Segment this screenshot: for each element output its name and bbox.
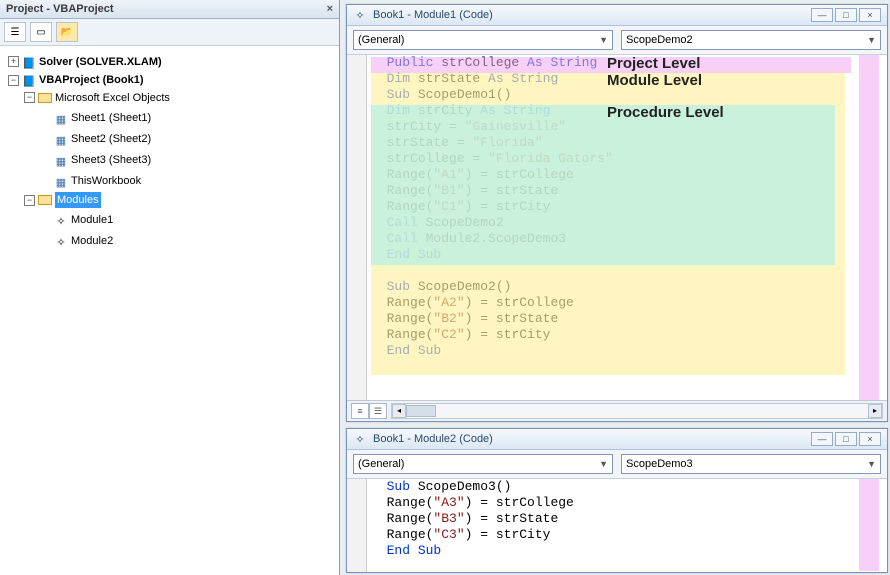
collapse-icon[interactable]: − xyxy=(24,195,35,206)
toggle-folders-button[interactable]: 📂 xyxy=(56,22,78,42)
chevron-down-icon: ▼ xyxy=(599,35,608,45)
view-code-button[interactable]: ☰ xyxy=(4,22,26,42)
tree-item-modules-folder[interactable]: − Modules xyxy=(24,192,101,208)
code-content[interactable]: Public strCollege As String Dim strState… xyxy=(371,55,887,359)
minimize-button[interactable]: — xyxy=(811,432,833,446)
project-explorer-title-text: Project - VBAProject xyxy=(6,3,114,15)
tree-item-sheet2[interactable]: ▦Sheet2 (Sheet2) xyxy=(40,131,151,147)
scroll-left-icon[interactable]: ◂ xyxy=(392,404,406,418)
module-icon: ✧ xyxy=(54,235,68,247)
tree-item-module1[interactable]: ✧Module1 xyxy=(40,212,113,228)
scroll-right-icon[interactable]: ▸ xyxy=(868,404,882,418)
maximize-button[interactable]: □ xyxy=(835,8,857,22)
worksheet-icon: ▦ xyxy=(54,133,68,145)
tree-item-vbaproject[interactable]: − 📘 VBAProject (Book1) xyxy=(8,72,144,88)
window-titlebar[interactable]: ✧ Book1 - Module1 (Code) — □ × xyxy=(347,5,887,26)
full-module-view-button[interactable]: ☰ xyxy=(369,403,387,419)
worksheet-icon: ▦ xyxy=(54,112,68,124)
expand-icon[interactable]: + xyxy=(8,56,19,67)
code-gutter xyxy=(347,55,367,400)
tree-item-solver[interactable]: + 📘 Solver (SOLVER.XLAM) xyxy=(8,54,162,70)
view-object-button[interactable]: ▭ xyxy=(30,22,52,42)
project-scope-strip xyxy=(859,479,879,571)
code-editor[interactable]: Project Level Module Level Procedure Lev… xyxy=(347,55,887,400)
code-window-module2: ✧ Book1 - Module2 (Code) — □ × (General)… xyxy=(346,428,888,573)
window-title-text: Book1 - Module2 (Code) xyxy=(373,433,493,445)
project-explorer-title: Project - VBAProject × xyxy=(0,0,339,19)
minimize-button[interactable]: — xyxy=(811,8,833,22)
window-titlebar[interactable]: ✧ Book1 - Module2 (Code) — □ × xyxy=(347,429,887,450)
object-dropdown[interactable]: (General)▼ xyxy=(353,30,613,50)
procedure-view-button[interactable]: ≡ xyxy=(351,403,369,419)
tree-item-sheet1[interactable]: ▦Sheet1 (Sheet1) xyxy=(40,110,151,126)
chevron-down-icon: ▼ xyxy=(599,459,608,469)
procedure-dropdown[interactable]: ScopeDemo2▼ xyxy=(621,30,881,50)
collapse-icon[interactable]: − xyxy=(8,75,19,86)
folder-icon xyxy=(38,93,52,103)
worksheet-icon: ▦ xyxy=(54,154,68,166)
code-editor[interactable]: Sub ScopeDemo3() Range("A3") = strColleg… xyxy=(347,479,887,572)
code-gutter xyxy=(347,479,367,572)
folder-icon xyxy=(38,195,52,205)
close-icon[interactable]: × xyxy=(327,3,333,15)
chevron-down-icon: ▼ xyxy=(867,459,876,469)
tree-item-thisworkbook[interactable]: ▦ThisWorkbook xyxy=(40,173,141,189)
horizontal-scrollbar[interactable]: ◂ ▸ xyxy=(391,403,883,419)
tree-item-sheet3[interactable]: ▦Sheet3 (Sheet3) xyxy=(40,152,151,168)
procedure-level-label: Procedure Level xyxy=(607,104,724,121)
workbook-icon: ▦ xyxy=(54,175,68,187)
code-window-module1: ✧ Book1 - Module1 (Code) — □ × (General)… xyxy=(346,4,888,422)
close-button[interactable]: × xyxy=(859,432,881,446)
project-icon: 📘 xyxy=(22,56,36,68)
project-toolbar: ☰ ▭ 📂 xyxy=(0,19,339,46)
code-dropdowns: (General)▼ ScopeDemo2▼ xyxy=(347,26,887,55)
close-button[interactable]: × xyxy=(859,8,881,22)
project-icon: 📘 xyxy=(22,74,36,86)
procedure-dropdown[interactable]: ScopeDemo3▼ xyxy=(621,454,881,474)
maximize-button[interactable]: □ xyxy=(835,432,857,446)
project-explorer: Project - VBAProject × ☰ ▭ 📂 + 📘 Solver … xyxy=(0,0,340,575)
tree-item-label: Modules xyxy=(55,192,101,208)
scroll-thumb[interactable] xyxy=(406,405,436,417)
project-tree[interactable]: + 📘 Solver (SOLVER.XLAM) − 📘 VBAProject … xyxy=(0,46,339,575)
code-content[interactable]: Sub ScopeDemo3() Range("A3") = strColleg… xyxy=(371,479,887,559)
module-icon: ✧ xyxy=(54,214,68,226)
module-icon: ✧ xyxy=(353,9,367,21)
window-title-text: Book1 - Module1 (Code) xyxy=(373,9,493,21)
code-dropdowns: (General)▼ ScopeDemo3▼ xyxy=(347,450,887,479)
collapse-icon[interactable]: − xyxy=(24,92,35,103)
project-level-label: Project Level xyxy=(607,55,700,72)
module-icon: ✧ xyxy=(353,433,367,445)
object-dropdown[interactable]: (General)▼ xyxy=(353,454,613,474)
project-scope-strip xyxy=(859,55,879,400)
view-tabs: ≡ ☰ ◂ ▸ xyxy=(347,400,887,421)
module-level-label: Module Level xyxy=(607,72,702,89)
chevron-down-icon: ▼ xyxy=(867,35,876,45)
tree-item-excel-objects[interactable]: − Microsoft Excel Objects xyxy=(24,90,170,106)
code-area: ✧ Book1 - Module1 (Code) — □ × (General)… xyxy=(340,0,890,575)
tree-item-module2[interactable]: ✧Module2 xyxy=(40,233,113,249)
